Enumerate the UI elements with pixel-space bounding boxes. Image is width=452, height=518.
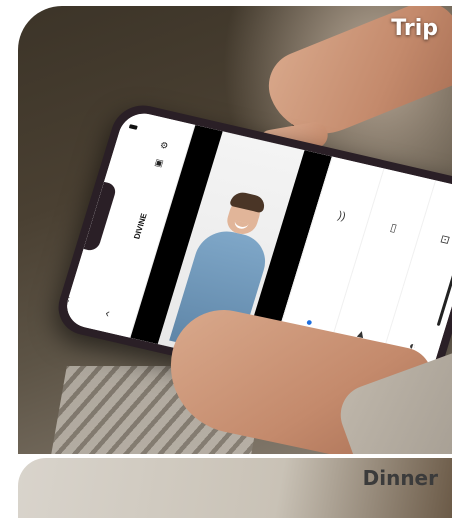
card-title: Dinner: [362, 466, 438, 490]
trip-card[interactable]: 10:07 ‹ DIVINE ⚙ ▣ )) ▯ ⊡ ● ▲ ◐ Trip: [18, 6, 452, 454]
dinner-card[interactable]: Dinner: [18, 458, 452, 518]
screen-icon[interactable]: ▣: [153, 157, 165, 169]
status-time: 10:07: [61, 294, 73, 313]
gear-icon[interactable]: ⚙: [159, 140, 170, 152]
device-name: DIVINE: [132, 212, 149, 240]
back-icon[interactable]: ‹: [104, 306, 112, 320]
card-title: Trip: [391, 16, 438, 41]
phone-notch: [83, 181, 118, 253]
battery-icon: [128, 124, 138, 130]
